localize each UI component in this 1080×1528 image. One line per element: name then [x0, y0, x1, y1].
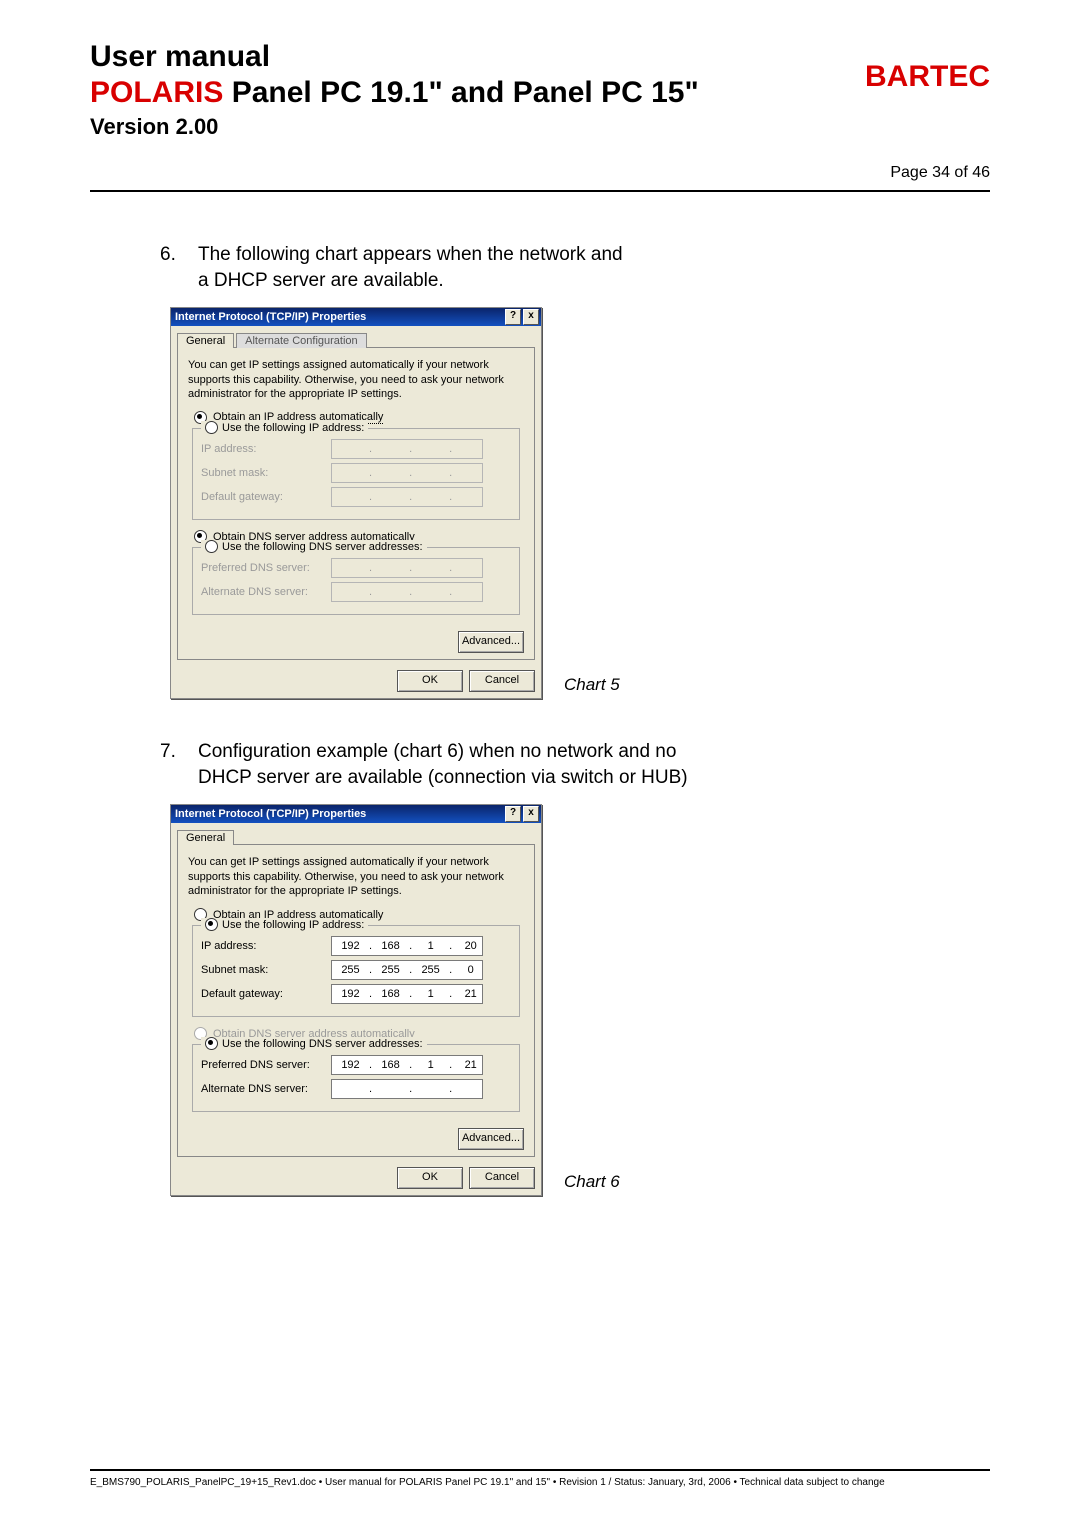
- product-title: POLARIS Panel PC 19.1" and Panel PC 15": [90, 76, 865, 110]
- label-gw: Default gateway:: [201, 988, 331, 1000]
- cancel-button[interactable]: Cancel: [469, 1167, 535, 1189]
- chart5-caption: Chart 5: [542, 675, 620, 699]
- ok-button[interactable]: OK: [397, 670, 463, 692]
- dialog-description: You can get IP settings assigned automat…: [188, 855, 524, 898]
- dialog-title: Internet Protocol (TCP/IP) Properties: [175, 808, 366, 820]
- label-ip: IP address:: [201, 443, 331, 455]
- close-button[interactable]: x: [523, 309, 539, 325]
- tcpip-dialog-chart5: Internet Protocol (TCP/IP) Properties ? …: [170, 307, 542, 699]
- radio-icon: [205, 540, 218, 553]
- step-text: The following chart appears when the net…: [198, 242, 990, 293]
- dialog-title: Internet Protocol (TCP/IP) Properties: [175, 311, 366, 323]
- step-text: Configuration example (chart 6) when no …: [198, 739, 990, 790]
- radio-use-following-ip[interactable]: Use the following IP address:: [201, 421, 368, 434]
- step-num: 6.: [160, 242, 198, 293]
- label-adns: Alternate DNS server:: [201, 586, 331, 598]
- subnet-mask-input[interactable]: ...: [331, 960, 483, 980]
- gateway-input: ...: [331, 487, 483, 507]
- step-6: 6. The following chart appears when the …: [160, 242, 990, 293]
- manual-title: User manual: [90, 40, 865, 74]
- radio-use-following-dns[interactable]: Use the following DNS server addresses:: [201, 540, 427, 553]
- radio-icon: [205, 421, 218, 434]
- ip-address-input[interactable]: ...: [331, 936, 483, 956]
- ok-button[interactable]: OK: [397, 1167, 463, 1189]
- chart6-caption: Chart 6: [542, 1172, 620, 1196]
- page-header: User manual POLARIS Panel PC 19.1" and P…: [90, 40, 990, 182]
- tcpip-dialog-chart6: Internet Protocol (TCP/IP) Properties ? …: [170, 804, 542, 1196]
- label-pdns: Preferred DNS server:: [201, 1059, 331, 1071]
- ip-address-input: ...: [331, 439, 483, 459]
- help-button[interactable]: ?: [505, 309, 521, 325]
- gateway-input[interactable]: ...: [331, 984, 483, 1004]
- alternate-dns-input[interactable]: ...: [331, 1079, 483, 1099]
- label-mask: Subnet mask:: [201, 467, 331, 479]
- tab-alternate[interactable]: Alternate Configuration: [236, 333, 367, 348]
- dialog-titlebar[interactable]: Internet Protocol (TCP/IP) Properties ? …: [171, 805, 541, 823]
- step-num: 7.: [160, 739, 198, 790]
- alternate-dns-input: ...: [331, 582, 483, 602]
- radio-icon: [205, 918, 218, 931]
- page-number: Page 34 of 46: [865, 94, 990, 182]
- advanced-button[interactable]: Advanced...: [458, 631, 524, 653]
- step-7: 7. Configuration example (chart 6) when …: [160, 739, 990, 790]
- preferred-dns-input[interactable]: ...: [331, 1055, 483, 1075]
- version-text: Version 2.00: [90, 114, 865, 140]
- radio-use-following-ip[interactable]: Use the following IP address:: [201, 918, 368, 931]
- label-pdns: Preferred DNS server:: [201, 562, 331, 574]
- label-gw: Default gateway:: [201, 491, 331, 503]
- label-mask: Subnet mask:: [201, 964, 331, 976]
- label-adns: Alternate DNS server:: [201, 1083, 331, 1095]
- brand-logo: BARTEC: [865, 40, 990, 94]
- help-button[interactable]: ?: [505, 806, 521, 822]
- advanced-button[interactable]: Advanced...: [458, 1128, 524, 1150]
- subnet-mask-input: ...: [331, 463, 483, 483]
- tab-general[interactable]: General: [177, 830, 234, 845]
- tab-general[interactable]: General: [177, 333, 234, 348]
- dialog-titlebar[interactable]: Internet Protocol (TCP/IP) Properties ? …: [171, 308, 541, 326]
- radio-icon: [205, 1037, 218, 1050]
- label-ip: IP address:: [201, 940, 331, 952]
- close-button[interactable]: x: [523, 806, 539, 822]
- cancel-button[interactable]: Cancel: [469, 670, 535, 692]
- footer-text: E_BMS790_POLARIS_PanelPC_19+15_Rev1.doc …: [90, 1477, 990, 1488]
- dialog-description: You can get IP settings assigned automat…: [188, 358, 524, 401]
- page-footer: E_BMS790_POLARIS_PanelPC_19+15_Rev1.doc …: [90, 1469, 990, 1488]
- preferred-dns-input: ...: [331, 558, 483, 578]
- radio-use-following-dns[interactable]: Use the following DNS server addresses:: [201, 1037, 427, 1050]
